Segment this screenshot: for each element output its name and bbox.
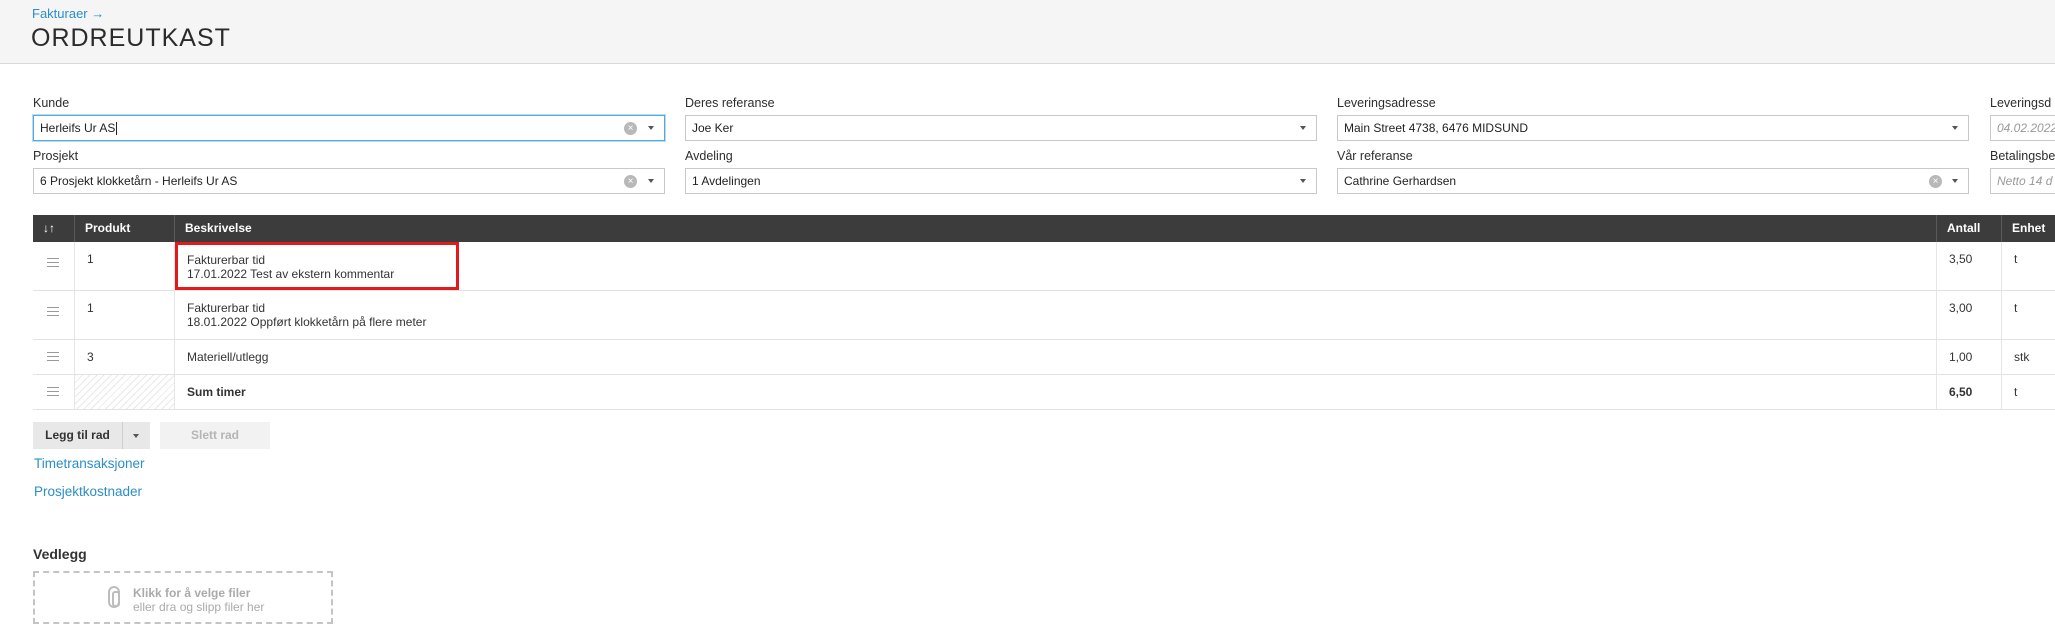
- chevron-down-icon[interactable]: [648, 126, 654, 130]
- page-title: ORDREUTKAST: [31, 24, 231, 52]
- drag-handle-icon[interactable]: [47, 352, 59, 364]
- var-referanse-value: Cathrine Gerhardsen: [1344, 174, 1457, 188]
- attachments-title: Vedlegg: [33, 546, 87, 562]
- leveringsdato-label: Leveringsd: [1990, 96, 2052, 110]
- beskrivelse-comment: 18.01.2022 Oppført klokketårn på flere m…: [187, 315, 427, 329]
- drag-handle[interactable]: [33, 375, 75, 409]
- clear-icon[interactable]: ×: [1929, 175, 1942, 188]
- timetransaksjoner-link[interactable]: Timetransaksjoner: [34, 456, 145, 471]
- betalingsbetingelser-field[interactable]: Netto 14 d: [1990, 168, 2055, 194]
- beskrivelse-line: Fakturerbar tid: [187, 301, 266, 315]
- chevron-down-icon[interactable]: [1952, 179, 1958, 183]
- drag-handle[interactable]: [33, 340, 75, 374]
- kunde-value: Herleifs Ur AS: [40, 121, 116, 135]
- clear-icon[interactable]: ×: [624, 122, 637, 135]
- betalingsbetingelser-placeholder: Netto 14 d: [1997, 174, 2053, 188]
- kunde-label: Kunde: [33, 96, 70, 110]
- kunde-field[interactable]: Herleifs Ur AS ×: [33, 115, 665, 141]
- chevron-down-icon[interactable]: [1300, 126, 1306, 130]
- sort-column-header[interactable]: ↓↑: [33, 215, 75, 242]
- page-header: Fakturaer → ORDREUTKAST: [0, 0, 2055, 64]
- beskrivelse-line: Materiell/utlegg: [187, 350, 269, 364]
- table-header: ↓↑ Produkt Beskrivelse Antall Enhet: [33, 215, 2055, 242]
- text-cursor: [116, 122, 118, 136]
- breadcrumb-fakturaer[interactable]: Fakturaer →: [32, 6, 104, 21]
- highlight-box: [175, 242, 459, 290]
- chevron-down-icon[interactable]: [1952, 126, 1958, 130]
- deres-referanse-field[interactable]: Joe Ker: [685, 115, 1317, 141]
- produkt-cell[interactable]: 1: [75, 291, 175, 339]
- drag-handle[interactable]: [33, 291, 75, 339]
- leveringsadresse-value: Main Street 4738, 6476 MIDSUND: [1344, 121, 1529, 135]
- leveringsadresse-label: Leveringsadresse: [1337, 96, 1436, 110]
- avdeling-value: 1 Avdelingen: [692, 174, 761, 188]
- delete-row-button[interactable]: Slett rad: [160, 422, 270, 449]
- enhet-cell[interactable]: t: [2002, 291, 2055, 339]
- enhet-cell[interactable]: stk: [2002, 340, 2055, 374]
- deres-referanse-label: Deres referanse: [685, 96, 775, 110]
- drag-handle-icon[interactable]: [47, 258, 59, 270]
- add-row-dropdown[interactable]: [123, 422, 150, 449]
- table-row[interactable]: 1 Fakturerbar tid 18.01.2022 Oppført klo…: [33, 291, 2055, 340]
- avdeling-field[interactable]: 1 Avdelingen: [685, 168, 1317, 194]
- var-referanse-label: Vår referanse: [1337, 149, 1413, 163]
- produkt-column-header[interactable]: Produkt: [75, 215, 175, 242]
- antall-cell[interactable]: 3,00: [1937, 291, 2002, 339]
- chevron-down-icon[interactable]: [648, 179, 654, 183]
- prosjekt-label: Prosjekt: [33, 149, 79, 163]
- prosjektkostnader-link[interactable]: Prosjektkostnader: [34, 484, 142, 499]
- produkt-cell[interactable]: 1: [75, 242, 175, 290]
- drag-handle[interactable]: [33, 242, 75, 290]
- antall-cell[interactable]: 1,00: [1937, 340, 2002, 374]
- table-row[interactable]: 3 Materiell/utlegg 1,00 stk: [33, 340, 2055, 375]
- chevron-down-icon: [133, 434, 139, 438]
- leveringsdato-field[interactable]: 04.02.2022: [1990, 115, 2055, 141]
- add-row-button[interactable]: Legg til rad: [33, 422, 123, 449]
- leveringsdato-placeholder: 04.02.2022: [1997, 121, 2055, 135]
- paperclip-icon: [108, 586, 120, 608]
- produkt-cell[interactable]: 3: [75, 340, 175, 374]
- chevron-down-icon[interactable]: [1300, 179, 1306, 183]
- enhet-column-header[interactable]: Enhet: [2002, 215, 2055, 242]
- beskrivelse-column-header[interactable]: Beskrivelse: [175, 215, 1937, 242]
- antall-column-header[interactable]: Antall: [1937, 215, 2002, 242]
- antall-cell[interactable]: 3,50: [1937, 242, 2002, 290]
- deres-referanse-value: Joe Ker: [692, 121, 734, 135]
- sum-row: Sum timer 6,50 t: [33, 375, 2055, 410]
- dropzone-title: Klikk for å velge filer: [133, 586, 251, 600]
- enhet-cell[interactable]: t: [2002, 242, 2055, 290]
- file-dropzone[interactable]: Klikk for å velge filer eller dra og sli…: [33, 571, 333, 624]
- var-referanse-field[interactable]: Cathrine Gerhardsen ×: [1337, 168, 1969, 194]
- produkt-cell-disabled: [75, 375, 175, 409]
- clear-icon[interactable]: ×: [624, 175, 637, 188]
- drag-handle-icon[interactable]: [47, 387, 59, 399]
- betalingsbetingelser-label: Betalingsbe: [1990, 149, 2055, 163]
- leveringsadresse-field[interactable]: Main Street 4738, 6476 MIDSUND: [1337, 115, 1969, 141]
- sum-enhet: t: [2002, 375, 2055, 409]
- beskrivelse-cell[interactable]: Materiell/utlegg: [175, 340, 1937, 374]
- prosjekt-field[interactable]: 6 Prosjekt klokketårn - Herleifs Ur AS ×: [33, 168, 665, 194]
- drag-handle-icon[interactable]: [47, 307, 59, 319]
- avdeling-label: Avdeling: [685, 149, 733, 163]
- sum-label: Sum timer: [175, 375, 1937, 409]
- dropzone-subtitle: eller dra og slipp filer her: [133, 600, 265, 614]
- sum-antall: 6,50: [1937, 375, 2002, 409]
- prosjekt-value: 6 Prosjekt klokketårn - Herleifs Ur AS: [40, 174, 238, 188]
- beskrivelse-cell[interactable]: Fakturerbar tid 18.01.2022 Oppført klokk…: [175, 291, 1937, 339]
